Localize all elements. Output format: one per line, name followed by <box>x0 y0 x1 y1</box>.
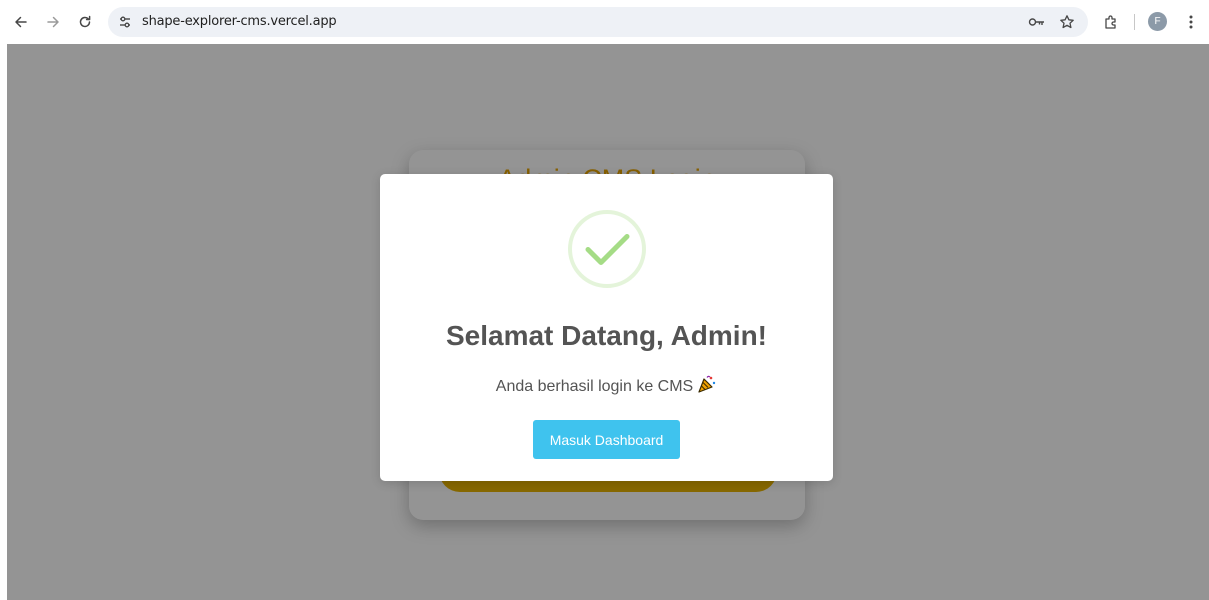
url-text[interactable]: shape-explorer-cms.vercel.app <box>142 14 337 29</box>
modal-message: Anda berhasil login ke CMS <box>380 374 833 396</box>
puzzle-icon <box>1105 15 1116 29</box>
page-viewport: Admin CMS Login Selamat Datang, Admin! A… <box>7 44 1209 600</box>
tune-icon <box>120 16 130 28</box>
key-icon <box>1028 18 1044 26</box>
star-icon <box>1060 15 1074 29</box>
forward-button[interactable] <box>42 11 64 33</box>
reload-button[interactable] <box>74 11 96 33</box>
address-bar[interactable]: shape-explorer-cms.vercel.app <box>108 7 1088 37</box>
browser-toolbar: shape-explorer-cms.vercel.app F <box>0 0 1209 44</box>
arrow-right-icon <box>47 16 59 28</box>
profile-avatar[interactable]: F <box>1148 12 1167 31</box>
party-popper-icon <box>698 375 716 393</box>
modal-message-text: Anda berhasil login ke CMS <box>495 378 694 395</box>
arrow-left-icon <box>15 16 27 28</box>
site-info-button[interactable] <box>116 13 134 31</box>
dashboard-button[interactable]: Masuk Dashboard <box>533 420 680 459</box>
success-modal: Selamat Datang, Admin! Anda berhasil log… <box>380 174 833 481</box>
reload-icon <box>79 15 91 28</box>
browser-menu-button[interactable] <box>1180 11 1202 33</box>
bookmark-button[interactable] <box>1058 13 1076 31</box>
toolbar-divider <box>1134 14 1135 30</box>
password-manager-button[interactable] <box>1028 13 1046 31</box>
extensions-button[interactable] <box>1100 11 1122 33</box>
modal-title: Selamat Datang, Admin! <box>445 320 767 351</box>
back-button[interactable] <box>10 11 32 33</box>
kebab-menu-icon <box>1189 15 1193 29</box>
success-check-icon <box>568 210 646 288</box>
